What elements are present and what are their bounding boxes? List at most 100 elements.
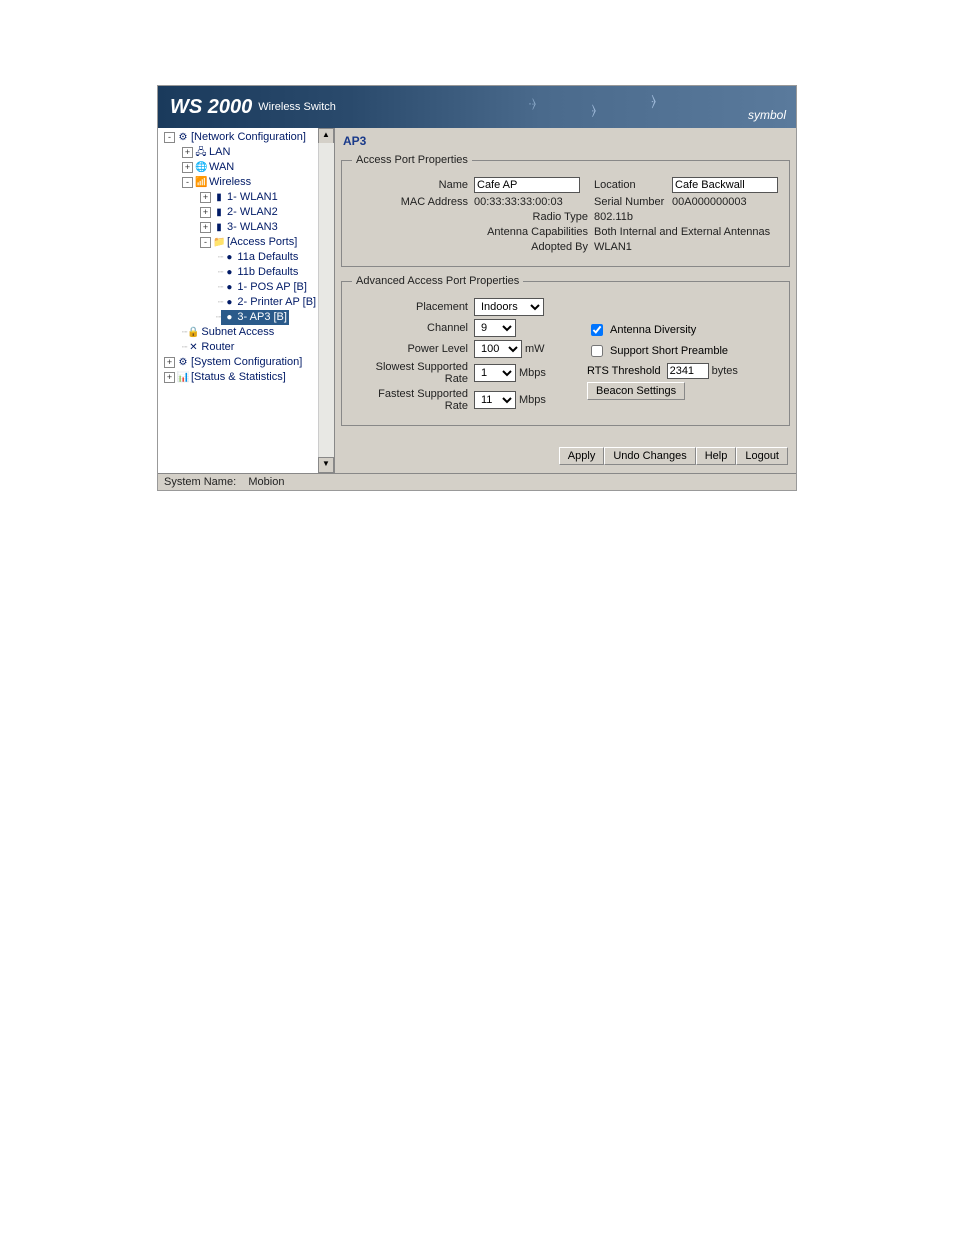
adopted-by-value: WLAN1 [594,241,632,253]
power-select[interactable]: 100 [474,340,522,358]
tree-subnet-access[interactable]: ┈🔒Subnet Access [180,325,334,340]
wlan-icon: ▮ [213,206,225,220]
tree-ap3[interactable]: ●3- AP3 [B] [221,310,289,325]
collapse-icon[interactable]: - [200,237,211,248]
short-preamble-checkbox[interactable] [591,345,603,357]
tree-lan[interactable]: +🖧LAN [180,145,334,160]
expand-icon[interactable]: + [182,162,193,173]
header-banner: WS 2000 Wireless Switch ⦒ ⦒ ·⦒ symbol [158,86,796,128]
lan-icon: 🖧 [195,146,207,160]
tree-label: LAN [209,146,230,158]
slowest-rate-select[interactable]: 1 [474,364,516,382]
expand-icon[interactable]: + [182,147,193,158]
tree-label: 3- WLAN3 [227,221,278,233]
serial-value: 00A000000003 [672,196,747,208]
tree-label: WAN [209,161,234,173]
content-panel: AP3 Access Port Properties Name Location… [335,128,796,473]
tree-printer-ap[interactable]: ┈●2- Printer AP [B] [216,295,334,310]
expand-icon[interactable]: + [200,222,211,233]
tree-system-configuration[interactable]: +⚙[System Configuration] [162,355,334,370]
scroll-down-button[interactable]: ▼ [318,457,334,473]
system-name-label: System Name: [164,476,236,488]
ap-icon: ● [223,296,235,310]
page-title: AP3 [343,134,790,148]
tree-access-ports[interactable]: -📁[Access Ports] [198,235,334,250]
antenna-cap-value: Both Internal and External Antennas [594,226,770,238]
name-input[interactable] [474,177,580,193]
slowest-rate-label: Slowest Supported Rate [352,361,474,385]
tree-status-statistics[interactable]: +📊[Status & Statistics] [162,370,334,385]
logout-button[interactable]: Logout [736,447,788,465]
tree-router[interactable]: ┈✕Router [180,340,334,355]
advanced-properties-group: Advanced Access Port Properties Placemen… [341,275,790,426]
location-label: Location [594,179,672,191]
tree-label: [System Configuration] [191,356,302,368]
wan-icon: 🌐 [195,161,207,175]
radio-value: 802.11b [594,211,633,223]
tree-label: 2- WLAN2 [227,206,278,218]
collapse-icon[interactable]: - [164,132,175,143]
tree-11a-defaults[interactable]: ┈●11a Defaults [216,250,334,265]
mac-value: 00:33:33:33:00:03 [474,196,594,208]
tree-label: 11a Defaults [237,251,298,263]
help-button[interactable]: Help [696,447,737,465]
fastest-rate-select[interactable]: 11 [474,391,516,409]
tree-label: Router [201,341,234,353]
tree-pos-ap[interactable]: ┈●1- POS AP [B] [216,280,334,295]
tree-network-configuration[interactable]: -⚙[Network Configuration] [162,130,334,145]
antenna-diversity-checkbox[interactable] [591,324,603,336]
wireless-icon: 📶 [195,176,207,190]
tree-label: 2- Printer AP [B] [237,296,316,308]
channel-select[interactable]: 9 [474,319,516,337]
apply-button[interactable]: Apply [559,447,605,465]
short-preamble-label: Support Short Preamble [610,345,728,357]
ap-icon: ● [223,266,235,280]
rate-unit: Mbps [519,394,546,406]
nav-tree-panel: ▲ ▼ -⚙[Network Configuration] +🖧LAN +🌐WA… [158,128,335,473]
rate-unit: Mbps [519,367,546,379]
expand-icon[interactable]: + [200,207,211,218]
collapse-icon[interactable]: - [182,177,193,188]
power-unit: mW [525,343,545,355]
tree-wlan3[interactable]: +▮3- WLAN3 [198,220,334,235]
group-legend: Access Port Properties [352,154,472,166]
product-subtitle: Wireless Switch [258,101,336,113]
placement-select[interactable]: Indoors [474,298,544,316]
undo-changes-button[interactable]: Undo Changes [604,447,695,465]
scroll-up-button[interactable]: ▲ [318,128,334,144]
main-area: ▲ ▼ -⚙[Network Configuration] +🖧LAN +🌐WA… [158,128,796,473]
tree-wlan1[interactable]: +▮1- WLAN1 [198,190,334,205]
beacon-settings-button[interactable]: Beacon Settings [587,382,685,400]
tree-label: 1- POS AP [B] [237,281,307,293]
tree-label: 1- WLAN1 [227,191,278,203]
wireless-icon: ⦒ [592,102,596,118]
expand-icon[interactable]: + [200,192,211,203]
tree-label: [Network Configuration] [191,131,306,143]
location-input[interactable] [672,177,778,193]
placement-label: Placement [352,301,474,313]
config-icon: ⚙ [177,131,189,145]
expand-icon[interactable]: + [164,357,175,368]
tree-wlan2[interactable]: +▮2- WLAN2 [198,205,334,220]
tree-wireless[interactable]: -📶Wireless [180,175,334,190]
rts-input[interactable] [667,363,709,379]
system-name-value: Mobion [248,476,284,488]
serial-label: Serial Number [594,196,672,208]
tree-label: [Status & Statistics] [191,371,286,383]
stats-icon: 📊 [177,371,189,385]
brand-logo: symbol [748,108,786,122]
tree-label: Wireless [209,176,251,188]
scrollbar[interactable] [318,143,334,458]
product-logo: WS 2000 [170,96,252,119]
tree-wan[interactable]: +🌐WAN [180,160,334,175]
subnet-icon: 🔒 [187,326,199,340]
tree-label: 11b Defaults [237,266,298,278]
nav-tree: -⚙[Network Configuration] +🖧LAN +🌐WAN -📶… [158,128,334,387]
expand-icon[interactable]: + [164,372,175,383]
fastest-rate-label: Fastest Supported Rate [352,388,474,412]
ap-icon: ● [223,311,235,325]
tree-11b-defaults[interactable]: ┈●11b Defaults [216,265,334,280]
tree-label: Subnet Access [201,326,274,338]
folder-icon: 📁 [213,236,225,250]
access-port-properties-group: Access Port Properties Name Location MAC… [341,154,790,267]
